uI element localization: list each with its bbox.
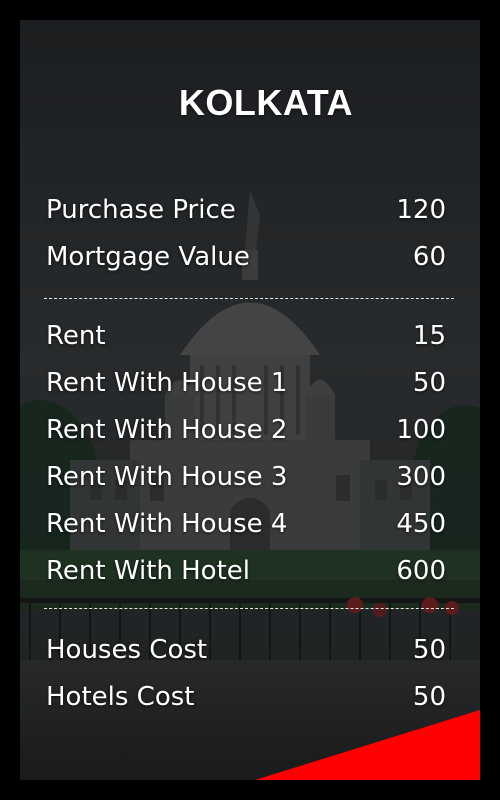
row-value: 60	[412, 242, 446, 272]
row-label: Rent With House 2	[46, 415, 288, 445]
rent-house-1-row: Rent With House 1 50	[46, 365, 446, 401]
property-title: KOLKATA	[178, 82, 354, 123]
rent-hotel-row: Rent With Hotel 600	[46, 553, 446, 589]
row-label: Rent With House 1	[46, 368, 288, 398]
row-value: 50	[412, 682, 446, 712]
row-label: Rent With House 3	[46, 462, 288, 492]
property-card: KOLKATA Purchase Price 120 Mortgage Valu…	[20, 20, 480, 780]
row-label: Rent	[46, 321, 106, 351]
rent-house-3-row: Rent With House 3 300	[46, 459, 446, 495]
row-label: Hotels Cost	[46, 682, 195, 712]
row-value: 15	[412, 321, 446, 351]
dashed-divider	[44, 608, 454, 609]
rent-house-2-row: Rent With House 2 100	[46, 412, 446, 448]
hotels-cost-row: Hotels Cost 50	[46, 679, 446, 715]
dashed-divider	[44, 298, 454, 299]
row-label: Mortgage Value	[46, 242, 250, 272]
rent-house-4-row: Rent With House 4 450	[46, 506, 446, 542]
row-value: 300	[396, 462, 446, 492]
row-label: Houses Cost	[46, 635, 208, 665]
red-corner-bottom-right	[255, 710, 480, 780]
row-value: 600	[396, 556, 446, 586]
row-value: 450	[396, 509, 446, 539]
purchase-price-row: Purchase Price 120	[46, 192, 446, 228]
row-label: Rent With Hotel	[46, 556, 251, 586]
houses-cost-row: Houses Cost 50	[46, 632, 446, 668]
mortgage-value-row: Mortgage Value 60	[46, 239, 446, 275]
row-label: Rent With House 4	[46, 509, 288, 539]
row-label: Purchase Price	[46, 195, 236, 225]
rent-row: Rent 15	[46, 318, 446, 354]
row-value: 100	[396, 415, 446, 445]
row-value: 50	[412, 368, 446, 398]
row-value: 50	[412, 635, 446, 665]
row-value: 120	[396, 195, 446, 225]
